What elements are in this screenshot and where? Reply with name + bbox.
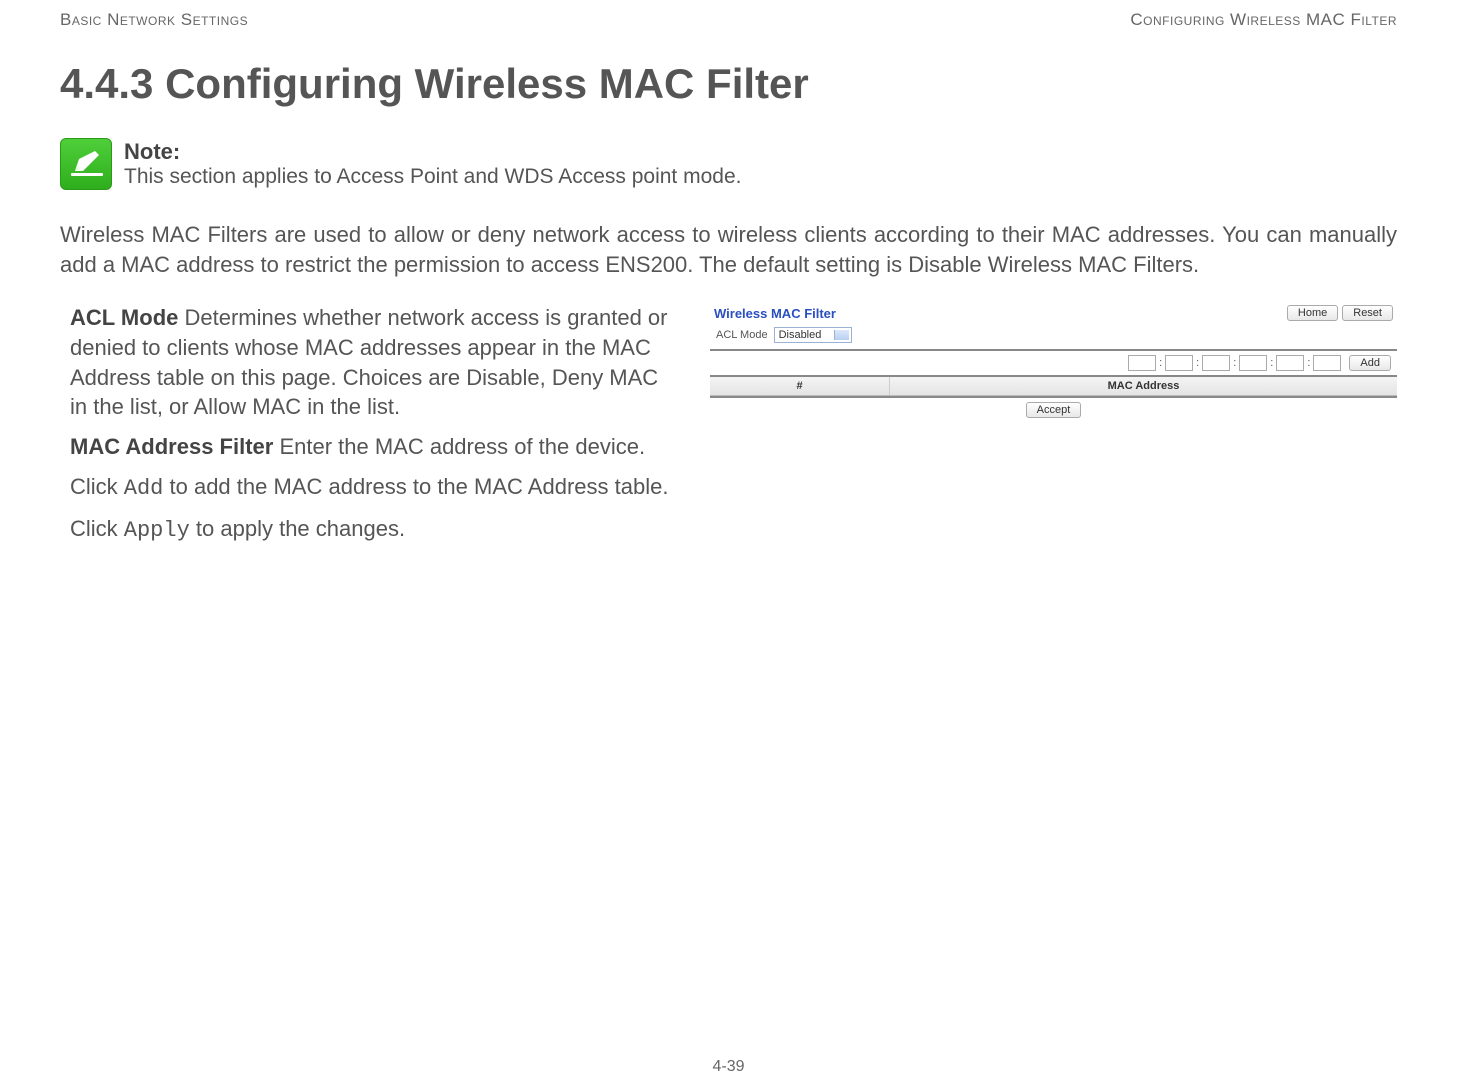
mac-octet-6[interactable] xyxy=(1313,355,1341,371)
section-title: 4.4.3 Configuring Wireless MAC Filter xyxy=(60,60,1397,108)
header-right: Configuring Wireless MAC Filter xyxy=(1130,10,1397,30)
desc-mac-filter: Enter the MAC address of the device. xyxy=(273,434,645,459)
apply-pre: Click xyxy=(70,516,124,541)
definitions-column: ACL Mode Determines whether network acce… xyxy=(60,303,680,555)
colon-icon: : xyxy=(1158,357,1163,369)
mac-octet-3[interactable] xyxy=(1202,355,1230,371)
mac-octet-5[interactable] xyxy=(1276,355,1304,371)
acl-mode-select[interactable]: Disabled xyxy=(774,327,853,343)
mac-table-header: # MAC Address xyxy=(710,377,1397,396)
page-header: Basic Network Settings Configuring Wirel… xyxy=(60,10,1397,30)
page-number: 4-39 xyxy=(0,1058,1457,1076)
note-text: This section applies to Access Point and… xyxy=(124,165,741,189)
accept-row: Accept xyxy=(710,398,1397,422)
col-header-mac: MAC Address xyxy=(890,377,1397,395)
mac-input-row: : : : : : Add xyxy=(710,349,1397,377)
ui-screenshot-mock: Wireless MAC Filter Home Reset ACL Mode … xyxy=(710,303,1397,422)
note-pencil-icon xyxy=(60,138,112,190)
content-row: ACL Mode Determines whether network acce… xyxy=(60,303,1397,555)
mac-octet-2[interactable] xyxy=(1165,355,1193,371)
mac-octet-1[interactable] xyxy=(1128,355,1156,371)
add-pre: Click xyxy=(70,474,124,499)
note-block: Note: This section applies to Access Poi… xyxy=(60,138,1397,190)
accept-button[interactable]: Accept xyxy=(1026,402,1082,418)
ui-panel-title: Wireless MAC Filter xyxy=(714,306,836,321)
acl-mode-row: ACL Mode Disabled xyxy=(710,323,1397,347)
term-mac-filter: MAC Address Filter xyxy=(70,434,273,459)
acl-mode-label: ACL Mode xyxy=(716,329,768,341)
add-post: to add the MAC address to the MAC Addres… xyxy=(163,474,668,499)
def-acl: ACL Mode Determines whether network acce… xyxy=(70,303,680,422)
colon-icon: : xyxy=(1195,357,1200,369)
apply-button-text: Apply xyxy=(124,518,190,543)
term-acl-mode: ACL Mode xyxy=(70,305,178,330)
colon-icon: : xyxy=(1269,357,1274,369)
colon-icon: : xyxy=(1232,357,1237,369)
note-label: Note: xyxy=(124,139,741,165)
add-button-text: Add xyxy=(124,476,164,501)
def-apply-line: Click Apply to apply the changes. xyxy=(70,514,680,546)
home-button[interactable]: Home xyxy=(1287,305,1338,321)
intro-paragraph: Wireless MAC Filters are used to allow o… xyxy=(60,220,1397,279)
colon-icon: : xyxy=(1306,357,1311,369)
col-header-number: # xyxy=(710,377,890,395)
def-add-line: Click Add to add the MAC address to the … xyxy=(70,472,680,504)
add-button[interactable]: Add xyxy=(1349,355,1391,371)
acl-mode-value: Disabled xyxy=(779,329,822,341)
def-mac-filter: MAC Address Filter Enter the MAC address… xyxy=(70,432,680,462)
ui-title-row: Wireless MAC Filter Home Reset xyxy=(710,303,1397,323)
header-left: Basic Network Settings xyxy=(60,10,248,30)
apply-post: to apply the changes. xyxy=(190,516,405,541)
mac-octet-4[interactable] xyxy=(1239,355,1267,371)
reset-button[interactable]: Reset xyxy=(1342,305,1393,321)
